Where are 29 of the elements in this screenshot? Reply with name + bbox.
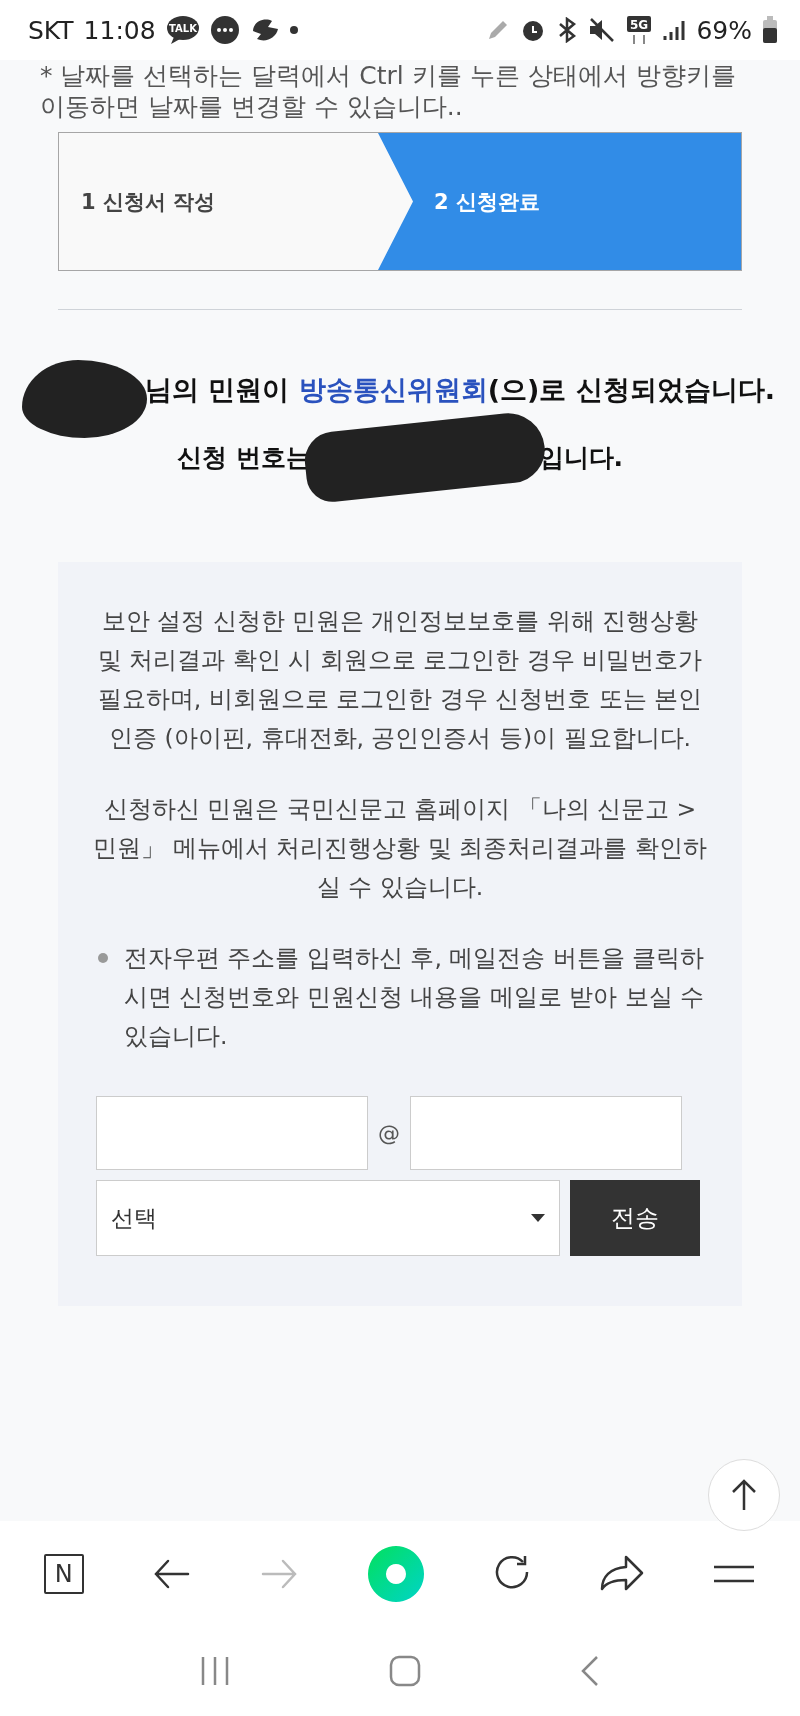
email-id-field[interactable]: [96, 1096, 368, 1170]
back-nav-icon[interactable]: [580, 1655, 601, 1687]
battery-icon: [762, 16, 778, 44]
recent-apps-icon[interactable]: [199, 1655, 230, 1687]
battery-text: 69%: [696, 15, 752, 45]
home-icon[interactable]: [389, 1655, 421, 1687]
send-button[interactable]: 전송: [570, 1180, 700, 1256]
number-suffix-text: 입니다.: [538, 441, 624, 474]
bullet-icon: [98, 953, 108, 963]
message-icon: [209, 15, 240, 45]
carrier-text: SKT: [28, 15, 74, 45]
date-hint-text: * 날짜를 선택하는 달력에서 Ctrl 키를 누른 상태에서 방향키를 이동하면 날짜를 변경할 수 있습니다..: [39, 60, 737, 122]
home-logo[interactable]: N: [43, 1553, 84, 1594]
at-sign-text: @: [378, 1120, 400, 1146]
domain-select[interactable]: 선택: [96, 1180, 560, 1256]
email-domain-field[interactable]: [410, 1096, 682, 1170]
agency-link[interactable]: 방송통신위원회: [298, 374, 488, 405]
signal-icon: [662, 18, 687, 42]
ring-icon[interactable]: [366, 1544, 425, 1603]
number-prefix-text: 신청 번호는: [176, 441, 311, 474]
bullet-text: 전자우편 주소를 입력하신 후, 메일전송 버튼을 클릭하시면 신청번호와 민원신청 내용을 메일로 받아 보실 수 있습니다.: [124, 943, 706, 1052]
info-paragraph: 신청하신 민원은 국민신문고 홈페이지 「나의 신문고 > 민원」 메뉴에서 처리진행상황 및 최종처리결과를 확인하실 수 있습니다.: [92, 794, 708, 903]
dot-icon: [289, 26, 298, 34]
step-label: 2 신청완료: [378, 133, 741, 270]
menu-icon[interactable]: [712, 1563, 757, 1584]
clock-text: 11:08: [83, 15, 156, 45]
share-icon[interactable]: [600, 1554, 645, 1593]
caret-icon: [531, 1214, 545, 1222]
info-paragraph: 보안 설정 신청한 민원은 개인정보보호를 위해 진행상황 및 처리결과 확인 시 회원으로 로그인한 경우 비밀번호가 필요하며, 비회원으로 로그인한 경우 신청번호 또는 본인인증 (아이핀, 휴대전화, 공인인증서 등)이 필요합니다.: [96, 606, 704, 754]
